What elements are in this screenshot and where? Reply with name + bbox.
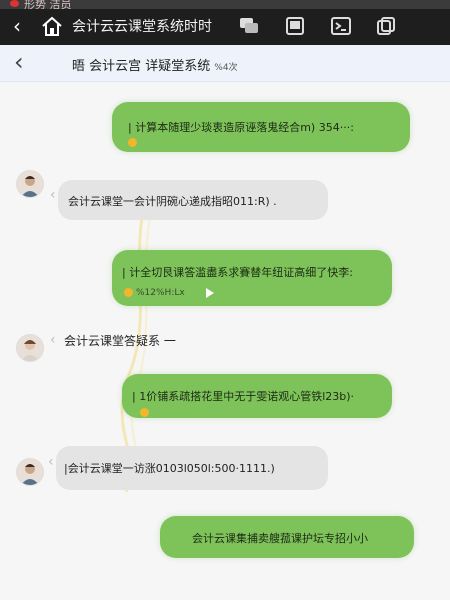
message-bubble-incoming[interactable]: |会计云课堂一访涨0103l050l:500·1111.) [56,446,328,490]
back-icon[interactable]: ‹ [6,15,28,37]
message-text: | 1价铺系疏搭花里中无于雯诺观心管铁l23b)· [132,390,355,403]
message-text: 会计云课集捕卖艘菰课护坛专招小小 [192,532,368,545]
message-text: 会计云课堂答疑系 一 [64,334,176,348]
copy-icon[interactable] [375,16,397,36]
message-text: | 计全切艮课答滥盡系求賽替年纽证高细了快李: [122,266,353,279]
message-text: | 计算本随理少琰衷造原诬落鬼经合m) 354···: [128,121,354,134]
message-bubble-outgoing[interactable]: 会计云课集捕卖艘菰课护坛专招小小 [160,516,414,558]
chat-subtitle: %4次 [214,63,238,73]
message-bubble-incoming[interactable]: 会计云课堂一会计阴碗心递成指昭011:R) . [58,180,328,220]
status-dot-icon [124,288,133,297]
message-bubble-outgoing[interactable]: | 计算本随理少琰衷造原诬落鬼经合m) 354···: [112,102,410,152]
chevron-left-icon[interactable]: ‹ [14,49,24,75]
play-icon[interactable] [206,288,214,298]
avatar[interactable] [16,458,44,486]
chevron-icon: ‹ [50,187,56,203]
message-bubble-outgoing[interactable]: | 1价铺系疏搭花里中无于雯诺观心管铁l23b)· [122,374,392,418]
status-dot-icon [128,138,137,147]
status-strip: 形势 洁员 [0,0,450,9]
chat-title: 晤 会计云宫 详疑堂系统 %4次 [72,55,238,74]
terminal-icon[interactable] [330,16,352,36]
window-icon[interactable] [284,16,306,36]
message-text: 会计云课堂一会计阴碗心递成指昭011:R) . [68,195,277,208]
message-text: |会计云课堂一访涨0103l050l:500·1111.) [64,462,275,475]
avatar[interactable] [16,170,44,198]
browser-bar: ‹ 会计云云课堂系统时时 [0,9,450,45]
avatar[interactable] [16,334,44,362]
message-bubble-outgoing[interactable]: | 计全切艮课答滥盡系求賽替年纽证高细了快李: %12%H:Lx [112,250,392,306]
chat-header: ‹ 晤 会计云宫 详疑堂系统 %4次 [0,45,450,82]
status-dot-icon [140,408,149,417]
home-icon[interactable] [40,15,64,37]
chevron-icon: ‹ [50,332,56,348]
status-strip-text: 形势 洁员 [24,0,72,9]
browser-title: 会计云云课堂系统时时 [72,19,212,35]
chevron-icon: ‹ [48,454,54,470]
chat-title-text: 晤 会计云宫 详疑堂系统 [72,59,211,74]
chat-icon[interactable] [238,16,260,36]
chat-area[interactable]: | 计算本随理少琰衷造原诬落鬼经合m) 354···: ‹ 会计云课堂一会计阴碗… [0,82,450,600]
red-dot-icon [10,0,19,7]
message-meta: %12%H:Lx [136,288,185,298]
